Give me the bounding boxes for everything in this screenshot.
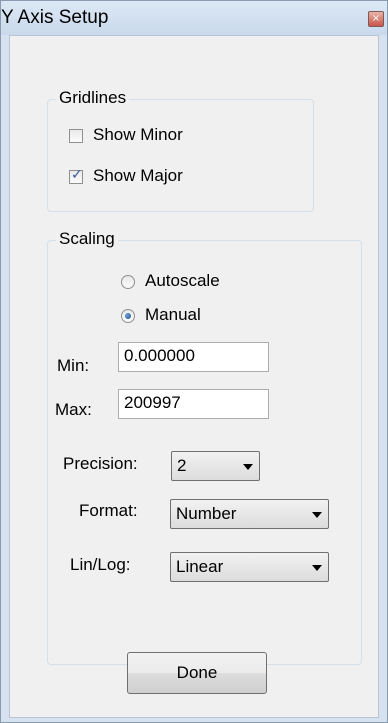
show-major-label[interactable]: Show Major xyxy=(93,166,183,186)
min-input[interactable]: 0.000000 xyxy=(118,342,269,372)
min-label: Min: xyxy=(57,356,90,375)
autoscale-label[interactable]: Autoscale xyxy=(145,271,220,291)
gridlines-group: Gridlines Show Minor ✓ Show Major xyxy=(47,88,314,212)
format-select[interactable]: Number xyxy=(170,499,329,529)
scaling-legend: Scaling xyxy=(56,229,118,249)
title-bar[interactable]: Y Axis Setup × xyxy=(1,1,387,35)
format-label: Format: xyxy=(79,501,138,520)
chevron-down-icon xyxy=(312,512,322,518)
chevron-down-icon xyxy=(243,464,253,470)
chevron-down-icon xyxy=(312,565,322,571)
show-major-checkbox[interactable]: ✓ xyxy=(69,167,83,184)
scaling-group: Scaling Autoscale Manual Min: 0.000000 M… xyxy=(47,229,362,665)
max-label: Max: xyxy=(55,400,92,419)
done-button[interactable]: Done xyxy=(127,652,267,694)
manual-label[interactable]: Manual xyxy=(145,305,201,325)
linlog-select[interactable]: Linear xyxy=(170,552,329,582)
max-input[interactable]: 200997 xyxy=(118,389,269,419)
manual-radio[interactable] xyxy=(121,309,135,323)
show-minor-label[interactable]: Show Minor xyxy=(93,125,183,145)
precision-label: Precision: xyxy=(63,454,138,473)
gridlines-legend: Gridlines xyxy=(56,88,130,108)
show-minor-checkbox[interactable] xyxy=(69,129,83,143)
precision-select[interactable]: 2 xyxy=(171,451,260,481)
y-axis-setup-dialog: Y Axis Setup × Gridlines Show Minor ✓ Sh… xyxy=(0,0,388,723)
close-button[interactable]: × xyxy=(368,11,384,27)
linlog-label: Lin/Log: xyxy=(70,555,131,574)
checkmark-icon: ✓ xyxy=(71,167,83,183)
precision-value: 2 xyxy=(177,456,187,475)
done-label: Done xyxy=(176,663,218,682)
linlog-value: Linear xyxy=(176,557,224,576)
radio-selected-dot xyxy=(125,313,131,319)
dialog-body: Gridlines Show Minor ✓ Show Major Scalin… xyxy=(9,35,379,718)
close-icon: × xyxy=(371,13,381,24)
dialog-title: Y Axis Setup xyxy=(1,7,109,28)
format-value: Number xyxy=(176,504,237,523)
autoscale-radio[interactable] xyxy=(121,275,135,289)
